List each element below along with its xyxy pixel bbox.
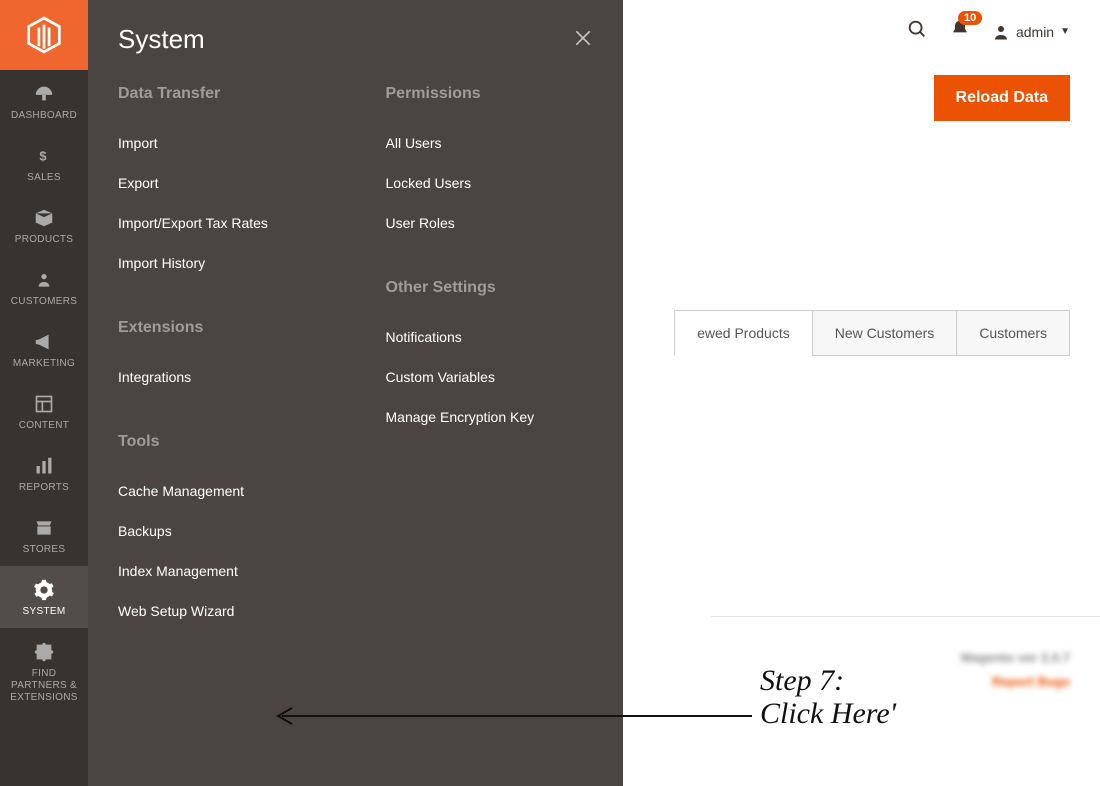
username-label: admin <box>1016 24 1054 40</box>
flyout-column-left: Data Transfer Import Export Import/Expor… <box>118 85 326 631</box>
flyout-heading-tools: Tools <box>118 433 326 451</box>
sidebar-label: REPORTS <box>15 482 73 494</box>
notifications-button[interactable]: 10 <box>950 19 970 44</box>
search-icon[interactable] <box>906 18 928 45</box>
sidebar-label: MARKETING <box>9 358 79 370</box>
left-sidebar: DASHBOARD $ SALES PRODUCTS CUSTOMERS MAR… <box>0 0 88 786</box>
tab-customers[interactable]: Customers <box>956 310 1070 356</box>
sidebar-item-sales[interactable]: $ SALES <box>0 132 88 194</box>
report-bugs-link[interactable]: Report Bugs <box>992 674 1070 689</box>
sidebar-label: SYSTEM <box>19 606 70 618</box>
flyout-heading-permissions: Permissions <box>386 85 594 103</box>
sidebar-label: STORES <box>19 544 70 556</box>
sidebar-item-system[interactable]: SYSTEM <box>0 566 88 628</box>
chevron-down-icon: ▼ <box>1060 26 1070 37</box>
flyout-link-import-export-tax-rates[interactable]: Import/Export Tax Rates <box>118 203 326 243</box>
flyout-link-import-history[interactable]: Import History <box>118 243 326 283</box>
sidebar-item-dashboard[interactable]: DASHBOARD <box>0 70 88 132</box>
flyout-link-notifications[interactable]: Notifications <box>386 317 594 357</box>
magento-logo-icon <box>27 16 61 54</box>
user-icon <box>992 23 1010 41</box>
bar-chart-icon <box>34 454 54 478</box>
flyout-link-backups[interactable]: Backups <box>118 511 326 551</box>
flyout-link-export[interactable]: Export <box>118 163 326 203</box>
sidebar-item-stores[interactable]: STORES <box>0 504 88 566</box>
flyout-link-custom-variables[interactable]: Custom Variables <box>386 357 594 397</box>
tab-new-customers[interactable]: New Customers <box>812 310 958 356</box>
tab-viewed-products[interactable]: ewed Products <box>674 310 813 356</box>
flyout-link-manage-encryption-key[interactable]: Manage Encryption Key <box>386 397 594 437</box>
sidebar-label: CONTENT <box>15 420 73 432</box>
flyout-link-locked-users[interactable]: Locked Users <box>386 163 594 203</box>
svg-text:$: $ <box>39 149 46 164</box>
flyout-link-user-roles[interactable]: User Roles <box>386 203 594 243</box>
flyout-title: System <box>118 24 205 55</box>
gear-icon <box>33 578 55 602</box>
megaphone-icon <box>33 330 55 354</box>
sidebar-label: CUSTOMERS <box>7 296 81 308</box>
sidebar-item-partners[interactable]: FIND PARTNERS & EXTENSIONS <box>0 628 88 714</box>
dollar-icon: $ <box>37 144 51 168</box>
reload-data-button[interactable]: Reload Data <box>934 75 1070 121</box>
annotation-line2: Click Here' <box>760 697 896 730</box>
flyout-link-import[interactable]: Import <box>118 123 326 163</box>
flyout-heading-data-transfer: Data Transfer <box>118 85 326 103</box>
user-menu[interactable]: admin ▼ <box>992 23 1070 41</box>
sidebar-item-customers[interactable]: CUSTOMERS <box>0 256 88 318</box>
store-icon <box>33 516 55 540</box>
annotation-line1: Step 7: <box>760 664 896 697</box>
close-icon[interactable] <box>573 24 593 55</box>
flyout-link-cache-management[interactable]: Cache Management <box>118 471 326 511</box>
flyout-link-web-setup-wizard[interactable]: Web Setup Wizard <box>118 591 326 631</box>
flyout-link-integrations[interactable]: Integrations <box>118 357 326 397</box>
sidebar-item-content[interactable]: CONTENT <box>0 380 88 442</box>
system-flyout: System Data Transfer Import Export Impor… <box>88 0 623 786</box>
annotation-text: Step 7: Click Here' <box>760 664 896 730</box>
sidebar-label: DASHBOARD <box>7 110 81 122</box>
sidebar-item-reports[interactable]: REPORTS <box>0 442 88 504</box>
flyout-column-right: Permissions All Users Locked Users User … <box>386 85 594 631</box>
flyout-link-all-users[interactable]: All Users <box>386 123 594 163</box>
sidebar-item-marketing[interactable]: MARKETING <box>0 318 88 380</box>
box-icon <box>33 206 55 230</box>
version-text: Magento ver 2.0.7 <box>961 650 1070 665</box>
notifications-badge: 10 <box>958 11 982 25</box>
magento-logo[interactable] <box>0 0 88 70</box>
annotation-arrow <box>262 706 752 726</box>
layout-icon <box>34 392 54 416</box>
dashboard-icon <box>33 82 55 106</box>
puzzle-icon <box>33 640 55 664</box>
flyout-heading-other-settings: Other Settings <box>386 279 594 297</box>
sidebar-item-products[interactable]: PRODUCTS <box>0 194 88 256</box>
sidebar-label: PRODUCTS <box>11 234 78 246</box>
flyout-heading-extensions: Extensions <box>118 319 326 337</box>
sidebar-label: SALES <box>23 172 65 184</box>
flyout-link-index-management[interactable]: Index Management <box>118 551 326 591</box>
person-icon <box>36 268 52 292</box>
sidebar-label: FIND PARTNERS & EXTENSIONS <box>0 668 88 704</box>
